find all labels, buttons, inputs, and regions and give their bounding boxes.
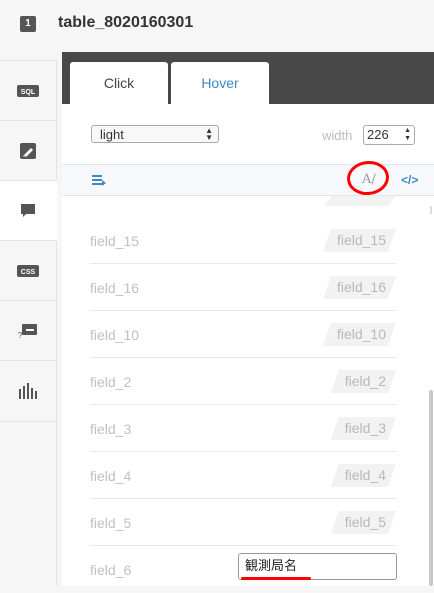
field-row[interactable]: field_5 field_5 (90, 499, 396, 546)
sidebar-item-wizard[interactable] (0, 120, 56, 181)
scroll-marker (430, 206, 432, 214)
field-title-tag[interactable]: field_2 (331, 370, 396, 393)
legend-icon: ? (18, 323, 38, 339)
field-tag-partial (324, 196, 396, 206)
speech-bubble-icon (20, 203, 36, 219)
sidebar: SQL CSS ? (0, 60, 57, 586)
theme-select-value: light (100, 127, 124, 142)
field-title-tag[interactable]: field_10 (323, 323, 396, 346)
field-name: field_16 (90, 280, 140, 296)
html-code-button[interactable]: </> (401, 173, 418, 187)
field-row[interactable]: field_10 field_10 (90, 311, 396, 358)
field-title-tag[interactable]: field_3 (331, 417, 396, 440)
svg-text:CSS: CSS (21, 269, 36, 276)
scrollbar[interactable] (429, 390, 433, 586)
tab-hover[interactable]: Hover (171, 62, 269, 104)
field-name: field_15 (90, 233, 140, 249)
field-row[interactable]: field_4 field_4 (90, 452, 396, 499)
sidebar-item-legend[interactable]: ? (0, 300, 56, 361)
field-name: field_10 (90, 327, 140, 343)
field-name: field_2 (90, 374, 132, 390)
tab-click[interactable]: Click (70, 62, 168, 104)
field-title-input[interactable]: 観測局名 (238, 553, 397, 580)
field-row[interactable]: field_3 field_3 (90, 405, 396, 452)
list-icon[interactable] (92, 173, 106, 191)
css-icon: CSS (17, 265, 39, 277)
annotation-underline (241, 577, 311, 580)
table-title[interactable]: table_8020160301 (58, 14, 193, 32)
sql-icon: SQL (17, 85, 39, 97)
svg-text:SQL: SQL (21, 89, 36, 96)
width-value: 226 (367, 127, 389, 142)
theme-select[interactable]: light ▲ ▼ (91, 125, 219, 143)
width-label: width (322, 128, 353, 143)
field-name: field_4 (90, 468, 132, 484)
layer-number-badge: 1 (20, 16, 36, 32)
stepper-icon[interactable]: ▲ ▼ (404, 127, 411, 143)
sidebar-item-chart[interactable] (0, 360, 56, 422)
field-row[interactable]: field_15 field_15 (90, 217, 396, 264)
select-arrows-icon: ▲ ▼ (205, 126, 213, 142)
field-title-tag[interactable]: field_15 (323, 229, 396, 252)
field-name: field_3 (90, 421, 132, 437)
sidebar-item-sql[interactable]: SQL (0, 60, 56, 121)
width-input[interactable]: 226 ▲ ▼ (363, 125, 415, 145)
brush-icon (20, 143, 36, 159)
bar-chart-icon (18, 383, 38, 399)
sidebar-item-infowindow[interactable] (0, 180, 57, 241)
field-name: field_5 (90, 515, 132, 531)
top-bar: 1 table_8020160301 (0, 0, 434, 52)
field-row[interactable]: field_16 field_16 (90, 264, 396, 311)
sidebar-item-css[interactable]: CSS (0, 240, 56, 301)
field-title-tag[interactable]: field_4 (331, 464, 396, 487)
svg-text:?: ? (18, 331, 23, 339)
field-name: field_6 (90, 562, 132, 578)
field-title-tag[interactable]: field_16 (323, 276, 396, 299)
field-row[interactable]: field_2 field_2 (90, 358, 396, 405)
field-title-tag[interactable]: field_5 (331, 511, 396, 534)
